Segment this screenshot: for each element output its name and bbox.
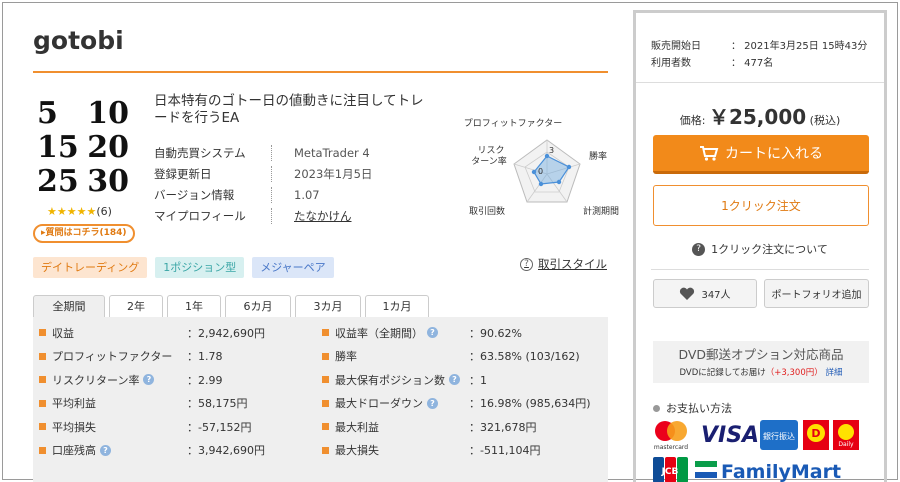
help-icon: ? <box>692 242 706 256</box>
rating-stars[interactable]: ★★★★★(6) <box>47 205 112 218</box>
dvd-detail-link[interactable]: 詳細 <box>825 368 842 378</box>
one-click-order-button[interactable]: 1クリック注文 <box>653 185 869 226</box>
stat-row: 収益率（全期間）? ：90.62% <box>316 321 606 345</box>
question-button[interactable]: ▸質問はコチラ(184) <box>33 224 135 243</box>
daily-icon: Daily <box>833 420 859 450</box>
user-count-row: 利用者数： 477名 <box>651 58 774 69</box>
tab-1-year[interactable]: 1年 <box>167 295 221 317</box>
payment-logos: mastercard VISA 銀行振込 D Daily JCB FamilyM… <box>653 420 859 482</box>
svg-text:FamilyMart: FamilyMart <box>721 461 841 482</box>
trade-style-link[interactable]: ? 取引スタイル <box>520 256 607 272</box>
stat-row: 勝率 ：63.58% (103/162) <box>316 345 606 369</box>
stat-row: 最大損失 ：-511,104円 <box>316 439 606 463</box>
tab-1-month[interactable]: 1カ月 <box>365 295 429 317</box>
info-row: バージョン情報 1.07 <box>154 186 320 203</box>
product-main: gotobi 5 10 15 20 25 30 ★★★★★(6) ▸質問はコチラ(18… <box>33 0 619 482</box>
radar-label-pf: プロフィットファクター <box>464 118 562 129</box>
cart-icon <box>700 146 719 161</box>
info-row: 自動売買システム MetaTrader 4 <box>154 144 370 161</box>
svg-text:D: D <box>811 427 820 440</box>
heart-icon <box>680 287 695 300</box>
help-icon[interactable]: ? <box>100 444 111 456</box>
radar-label-trades: 取引回数 <box>469 205 505 217</box>
stats-right-column: 収益率（全期間）? ：90.62% 勝率 ：63.58% (103/162) 最大保… <box>316 321 606 462</box>
radar-label-winrate: 勝率 <box>589 150 607 162</box>
about-one-click-link[interactable]: ? 1クリック注文について <box>636 241 884 257</box>
radar-label-risk: リスク <box>477 145 504 156</box>
title-divider <box>33 71 608 73</box>
sale-start-row: 販売開始日： 2021年3月25日 15時43分 <box>651 41 868 52</box>
stats-left-column: 収益 ：2,942,690円 プロフィットファクター ：1.78 リスクリターン率?… <box>33 321 323 462</box>
help-icon[interactable]: ? <box>143 374 155 386</box>
radar-axis-3: 3 <box>549 146 554 155</box>
radar-label-return: ターン率 <box>471 155 507 167</box>
stat-row: 最大利益 ：321,678円 <box>316 415 606 439</box>
svg-text:VISA: VISA <box>701 423 759 448</box>
favorite-button[interactable]: 347人 <box>653 279 757 308</box>
svg-text:mastercard: mastercard <box>654 444 688 451</box>
help-icon[interactable]: ? <box>427 397 438 409</box>
svg-text:JCB: JCB <box>661 467 679 477</box>
daily-yamazaki-icon: D <box>803 420 829 450</box>
period-tabs: 全期間 2年 1年 6カ月 3カ月 1カ月 <box>33 295 433 317</box>
price: 価格: ￥25,000 (税込) <box>679 105 841 129</box>
tag-major-pair[interactable]: メジャーペア <box>252 257 334 278</box>
familymart-icon: FamilyMart <box>695 461 841 482</box>
svg-text:銀行振込: 銀行振込 <box>763 431 795 441</box>
review-count: (6) <box>96 205 112 218</box>
stat-row: 最大保有ポジション数? ：1 <box>316 368 606 392</box>
divider <box>636 82 884 83</box>
tag-one-position[interactable]: 1ポジション型 <box>155 257 245 278</box>
stat-row: プロフィットファクター ：1.78 <box>33 345 323 369</box>
stat-row: 口座残高? ：3,942,690円 <box>33 439 323 463</box>
svg-text:Daily: Daily <box>838 441 854 448</box>
radar-label-period: 計測期間 <box>583 205 619 217</box>
radar-chart: プロフィットファクター 勝率 計測期間 取引回数 リスク ターン率 3 0 <box>464 118 619 217</box>
tab-3-months[interactable]: 3カ月 <box>295 295 361 317</box>
product-description: 日本特有のゴトー日の値動きに注目してトレードを行うEA <box>154 93 424 126</box>
info-row: マイプロフィール たなかけん <box>154 207 352 224</box>
mastercard-icon: mastercard <box>654 421 688 451</box>
portfolio-add-button[interactable]: ポートフォリオ追加 <box>764 279 869 308</box>
help-icon: ? <box>520 257 533 271</box>
tag-list: デイトレーディング 1ポジション型 メジャーペア <box>33 257 342 278</box>
visa-icon: VISA <box>701 423 759 448</box>
dvd-option-banner[interactable]: DVD郵送オプション対応商品 DVDに記録してお届け（+3,300円） 詳細 <box>653 341 869 383</box>
stat-row: 収益 ：2,942,690円 <box>33 321 323 345</box>
payment-methods-title: お支払い方法 <box>653 400 732 416</box>
product-title: gotobi <box>33 26 124 55</box>
bank-transfer-icon: 銀行振込 <box>760 420 798 450</box>
price-value: ￥25,000 <box>708 105 807 129</box>
radar-axis-0: 0 <box>538 167 543 176</box>
product-logo: 5 10 15 20 25 30 <box>37 96 129 199</box>
tab-6-months[interactable]: 6カ月 <box>225 295 291 317</box>
stats-panel: 収益 ：2,942,690円 プロフィットファクター ：1.78 リスクリターン率?… <box>33 317 608 482</box>
stat-row: 最大ドローダウン? ：16.98% (985,634円) <box>316 392 606 416</box>
tab-all-period[interactable]: 全期間 <box>33 295 105 317</box>
tab-2-years[interactable]: 2年 <box>109 295 163 317</box>
product-info-list: 自動売買システム MetaTrader 4 登録更新日 2023年1月5日 バージョ… <box>154 142 372 226</box>
profile-link[interactable]: たなかけん <box>294 208 352 224</box>
add-to-cart-button[interactable]: カートに入れる <box>653 135 869 174</box>
purchase-sidebar: 販売開始日： 2021年3月25日 15時43分 利用者数： 477名 価格: … <box>633 10 887 482</box>
stat-row: 平均損失 ：-57,152円 <box>33 415 323 439</box>
jcb-icon: JCB <box>653 457 688 482</box>
stat-row: 平均利益 ：58,175円 <box>33 392 323 416</box>
tag-daytrading[interactable]: デイトレーディング <box>33 257 148 278</box>
stat-row: リスクリターン率? ：2.99 <box>33 368 323 392</box>
help-icon[interactable]: ? <box>427 327 438 339</box>
divider <box>651 269 869 270</box>
help-icon[interactable]: ? <box>449 374 460 386</box>
info-row: 登録更新日 2023年1月5日 <box>154 165 373 182</box>
